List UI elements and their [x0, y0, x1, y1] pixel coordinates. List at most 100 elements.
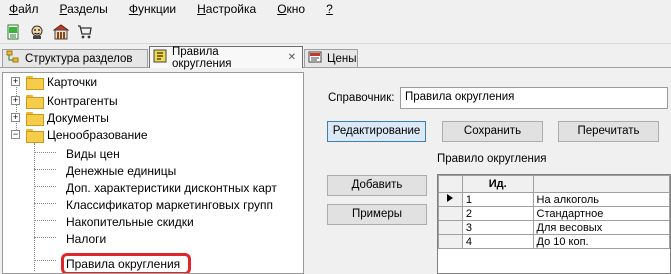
menu-bar: Файл Разделы Функции Настройка Окно ? — [0, 0, 671, 19]
grid-cell-name[interactable]: Стандартное — [532, 206, 670, 221]
expand-icon[interactable]: + — [11, 77, 20, 86]
grid-caption: Правило округления — [437, 153, 547, 165]
tree-connector — [34, 152, 56, 153]
grid-cell-name[interactable]: До 10 коп. — [532, 234, 670, 249]
expand-icon[interactable]: + — [11, 96, 20, 105]
reread-button[interactable]: Перечитать — [558, 121, 659, 142]
tree-item-label: Денежные единицы — [66, 163, 177, 178]
rounding-rules-grid[interactable]: Ид. 1 На алкоголь 2 Стандартное 3 Для ве… — [437, 174, 671, 274]
add-button[interactable]: Добавить — [327, 175, 427, 196]
table-row[interactable]: 3 Для весовых — [438, 220, 670, 235]
tree-item-pricing[interactable]: − Ценообразование — [3, 126, 148, 143]
tree-connector — [34, 143, 35, 271]
tree-item-marketing-groups[interactable]: Классификатор маркетинговых групп — [66, 196, 273, 213]
tree-item-label: Доп. характеристики дисконтных карт — [66, 180, 277, 195]
folder-icon — [26, 111, 44, 126]
folder-icon — [26, 94, 44, 109]
tree-item-counterparties[interactable]: + Контрагенты — [3, 92, 118, 109]
collapse-icon[interactable]: − — [11, 130, 20, 139]
tree-connector — [34, 169, 56, 170]
table-row[interactable]: 1 На алкоголь — [438, 192, 670, 207]
tree-connector — [34, 260, 56, 261]
reference-panel: Справочник: Правила округления Редактиро… — [310, 72, 671, 274]
tree-item-label: Карточки — [47, 74, 98, 89]
menu-settings-accel: Н — [197, 2, 206, 16]
green-document-icon[interactable] — [3, 22, 23, 42]
tab-rounding-rules-label: Правила округления — [172, 45, 232, 70]
tree-item-taxes[interactable]: Налоги — [66, 230, 106, 247]
cart-icon[interactable] — [75, 22, 95, 42]
close-icon[interactable]: ✕ — [288, 52, 296, 63]
current-row-arrow-icon — [438, 192, 463, 207]
grid-header-row: Ид. — [438, 175, 670, 193]
tab-section-structure-label: Структура разделов — [25, 52, 133, 65]
grid-table: Ид. 1 На алкоголь 2 Стандартное 3 Для ве… — [438, 175, 670, 249]
tree-icon — [6, 50, 20, 67]
table-row[interactable]: 4 До 10 коп. — [438, 234, 670, 249]
tree-connector — [34, 220, 56, 221]
tree-item-label: Накопительные скидки — [66, 214, 194, 229]
menu-window-label: кно — [286, 2, 306, 16]
grid-cell-id[interactable]: 2 — [461, 206, 534, 221]
save-button[interactable]: Сохранить — [442, 121, 543, 142]
menu-functions-accel: Ф — [128, 2, 138, 16]
tree-item-price-types[interactable]: Виды цен — [66, 145, 120, 162]
tab-rounding-rules[interactable]: Правила округления ✕ — [149, 45, 303, 70]
tab-prices[interactable]: Цены — [304, 49, 358, 67]
menu-sections-label: азделы — [67, 2, 108, 16]
grid-cell-id[interactable]: 1 — [461, 192, 534, 207]
menu-sections-accel: Р — [59, 2, 68, 16]
tree-item-label: Документы — [47, 110, 109, 125]
tree-item-cumulative-discounts[interactable]: Накопительные скидки — [66, 213, 194, 230]
grid-row-marker — [438, 220, 463, 235]
menu-settings[interactable]: Настройка — [188, 0, 256, 19]
table-row[interactable]: 2 Стандартное — [438, 206, 670, 221]
grid-header-marker — [438, 175, 463, 193]
section-tree[interactable]: + Карточки + Контрагенты + Документы − Ц… — [2, 72, 304, 274]
selection-highlight — [61, 253, 191, 273]
tree-item-cards[interactable]: + Карточки — [3, 73, 97, 90]
folder-icon — [26, 75, 44, 90]
menu-file[interactable]: Файл — [0, 0, 39, 19]
menu-window-accel: О — [277, 2, 287, 16]
tab-bar: Структура разделов Правила округления ✕ … — [0, 45, 671, 70]
tree-item-label: Налоги — [66, 231, 107, 246]
tree-item-discount-card-attributes[interactable]: Доп. характеристики дисконтных карт — [66, 179, 277, 196]
examples-button[interactable]: Примеры — [327, 204, 427, 225]
tab-prices-label: Цены — [327, 52, 357, 65]
menu-help-accel: ? — [326, 2, 333, 16]
menu-file-accel: Ф — [9, 2, 19, 16]
tree-item-documents[interactable]: + Документы — [3, 109, 109, 126]
menu-settings-label: астройка — [205, 2, 257, 16]
price-icon — [308, 50, 322, 67]
tree-item-label: Контрагенты — [47, 93, 118, 108]
reference-label: Справочник: — [328, 92, 395, 104]
grid-cell-id[interactable]: 3 — [461, 220, 534, 235]
grid-header-name[interactable] — [532, 175, 670, 193]
tree-item-label: Виды цен — [66, 146, 120, 161]
grid-row-marker — [438, 206, 463, 221]
tree-item-label: Классификатор маркетинговых групп — [66, 197, 274, 212]
folder-icon — [26, 128, 44, 143]
tree-connector — [34, 186, 56, 187]
person-icon[interactable] — [27, 22, 47, 42]
edit-button[interactable]: Редактирование — [327, 121, 426, 142]
menu-functions[interactable]: Функции — [120, 0, 176, 19]
grid-cell-name[interactable]: Для весовых — [532, 220, 670, 235]
toolbar — [0, 20, 671, 44]
expand-icon[interactable]: + — [11, 113, 20, 122]
menu-window[interactable]: Окно — [268, 0, 305, 19]
tab-section-structure[interactable]: Структура разделов — [2, 49, 148, 67]
menu-sections[interactable]: Разделы — [51, 0, 108, 19]
shop-icon[interactable] — [51, 22, 71, 42]
tree-item-label: Ценообразование — [47, 127, 148, 142]
tree-connector — [34, 237, 56, 238]
reference-field[interactable]: Правила округления — [400, 87, 668, 109]
menu-help[interactable]: ? — [317, 0, 333, 19]
grid-header-id[interactable]: Ид. — [461, 175, 534, 193]
tree-item-currencies[interactable]: Денежные единицы — [66, 162, 176, 179]
menu-file-label: айл — [18, 2, 39, 16]
grid-row-marker — [438, 234, 463, 249]
grid-cell-id[interactable]: 4 — [461, 234, 534, 249]
grid-cell-name[interactable]: На алкоголь — [532, 192, 670, 207]
